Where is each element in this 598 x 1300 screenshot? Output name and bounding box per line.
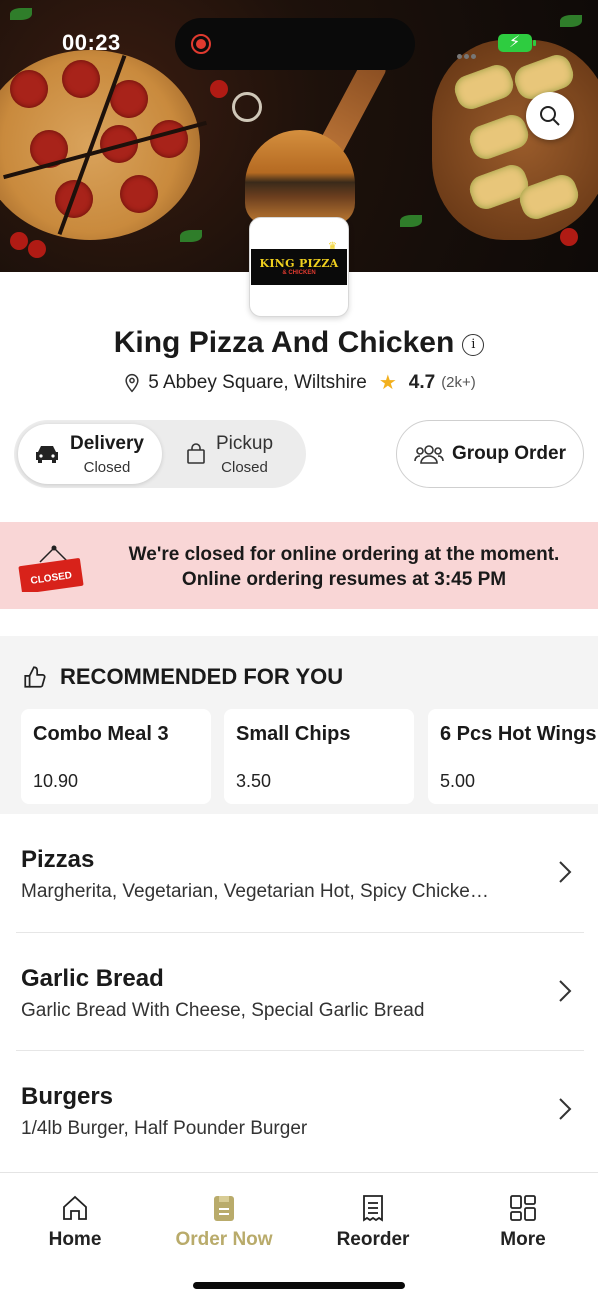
nav-order-now-label: Order Now <box>175 1229 273 1250</box>
logo-name: KING PIZZA <box>259 256 339 270</box>
closed-message-line2: Online ordering resumes at 3:45 PM <box>181 569 507 590</box>
crown-icon: ♛ <box>328 241 337 252</box>
pickup-label: Pickup <box>216 432 274 454</box>
recommended-card[interactable]: Combo Meal 3 10.90 <box>21 709 211 804</box>
category-description: Garlic Bread With Cheese, Special Garlic… <box>21 1000 425 1021</box>
nav-home-label: Home <box>48 1229 102 1250</box>
closed-sign-icon: CLOSED <box>18 545 84 592</box>
car-icon <box>36 446 58 463</box>
nav-reorder-label: Reorder <box>336 1229 410 1250</box>
status-time: 00:23 <box>62 30 121 55</box>
info-icon[interactable]: i <box>462 334 485 356</box>
recommended-title: RECOMMENDED FOR YOU <box>60 664 344 689</box>
delivery-option[interactable]: Delivery Closed <box>18 424 162 484</box>
bottom-nav: Home Order Now Reorder More <box>0 1172 598 1300</box>
store-name: King Pizza And Chicken i <box>0 326 598 360</box>
delivery-status: Closed <box>83 458 131 476</box>
category-title: Pizzas <box>21 846 95 873</box>
recommended-item-price: 3.50 <box>236 771 272 791</box>
rating-count: (2k+) <box>441 374 476 391</box>
store-name-text: King Pizza And Chicken <box>113 326 455 359</box>
chevron-right-icon <box>559 1098 572 1120</box>
pickup-status: Closed <box>221 458 268 476</box>
recommended-item-name: Combo Meal 3 <box>33 723 169 745</box>
pickup-option[interactable]: Pickup Closed <box>174 424 302 484</box>
logo-sub: & CHICKEN <box>282 269 316 276</box>
category-title: Burgers <box>21 1083 114 1110</box>
store-meta: 5 Abbey Square, Wiltshire ★ 4.7 (2k+) <box>0 370 598 395</box>
recommended-item-price: 10.90 <box>33 771 79 791</box>
order-icon <box>214 1196 234 1221</box>
category-row-pizzas[interactable]: Pizzas Margherita, Vegetarian, Vegetaria… <box>0 814 598 932</box>
recommended-item-name: 6 Pcs Hot Wings <box>440 723 597 745</box>
recommended-card[interactable]: Small Chips 3.50 <box>224 709 414 804</box>
location-pin-icon <box>125 373 139 392</box>
search-icon <box>540 106 560 126</box>
chevron-right-icon <box>559 980 572 1002</box>
delivery-label: Delivery <box>70 432 144 454</box>
recommended-card[interactable]: 6 Pcs Hot Wings 5.00 <box>428 709 598 804</box>
battery-charging-icon: ⚡ <box>498 34 536 52</box>
thumbs-up-icon <box>24 666 46 688</box>
group-order-label: Group Order <box>451 443 566 464</box>
dynamic-island <box>175 18 415 70</box>
chevron-right-icon <box>559 861 572 883</box>
recording-icon <box>191 34 211 54</box>
group-order-button[interactable]: Group Order <box>396 420 584 488</box>
order-mode-toggle: Delivery Closed Pickup Closed <box>14 420 306 488</box>
shopping-bag-icon <box>187 443 205 464</box>
nav-more-label: More <box>500 1229 546 1250</box>
category-description: 1/4lb Burger, Half Pounder Burger <box>21 1118 308 1139</box>
nav-home[interactable]: Home <box>15 1193 135 1251</box>
store-logo: ♛ KING PIZZA & CHICKEN <box>249 217 349 317</box>
recommended-section: RECOMMENDED FOR YOU Combo Meal 3 10.90 S… <box>0 636 598 814</box>
home-indicator <box>193 1282 405 1289</box>
signal-icon <box>457 46 487 59</box>
store-rating: 4.7 <box>408 371 436 393</box>
category-description: Margherita, Vegetarian, Vegetarian Hot, … <box>21 881 489 902</box>
nav-more[interactable]: More <box>463 1193 583 1251</box>
home-icon <box>63 1195 87 1220</box>
star-icon: ★ <box>378 372 397 394</box>
category-row-garlic-bread[interactable]: Garlic Bread Garlic Bread With Cheese, S… <box>0 933 598 1051</box>
nav-reorder[interactable]: Reorder <box>313 1193 433 1251</box>
category-row-burgers[interactable]: Burgers 1/4lb Burger, Half Pounder Burge… <box>0 1051 598 1169</box>
closed-banner: CLOSED We're closed for online ordering … <box>0 522 598 609</box>
store-address: 5 Abbey Square, Wiltshire <box>148 371 367 393</box>
category-title: Garlic Bread <box>21 965 164 992</box>
grid-icon <box>510 1195 536 1221</box>
recommended-item-name: Small Chips <box>236 723 351 745</box>
nav-order-now[interactable]: Order Now <box>164 1193 284 1251</box>
receipt-icon <box>363 1195 383 1222</box>
search-button[interactable] <box>526 92 574 140</box>
closed-message-line1: We're closed for online ordering at the … <box>128 544 560 565</box>
recommended-item-price: 5.00 <box>440 771 476 791</box>
group-icon <box>414 445 444 464</box>
